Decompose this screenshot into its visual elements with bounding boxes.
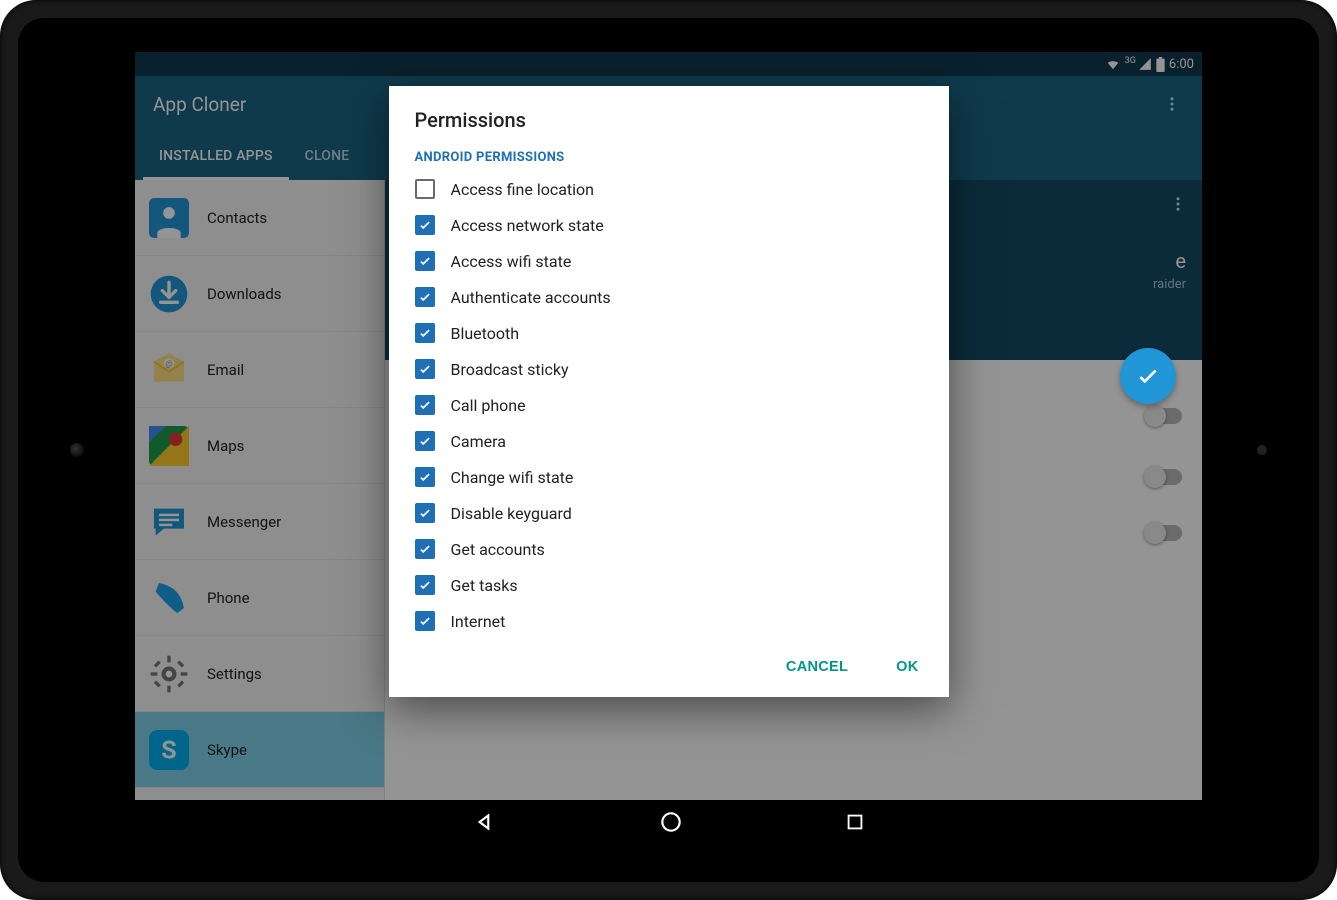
nav-recents[interactable] (844, 811, 866, 837)
front-camera (70, 443, 84, 457)
permission-item[interactable]: Access wifi state (403, 243, 935, 279)
permission-item[interactable]: Access network state (403, 207, 935, 243)
permission-label: Access fine location (451, 180, 595, 199)
permission-item[interactable]: Authenticate accounts (403, 279, 935, 315)
fab-confirm[interactable] (1120, 348, 1176, 404)
permission-label: Bluetooth (451, 324, 520, 343)
checkbox[interactable] (415, 611, 435, 631)
checkbox[interactable] (415, 575, 435, 595)
permission-label: Call phone (451, 396, 526, 415)
dialog-section-header: ANDROID PERMISSIONS (389, 142, 949, 165)
permission-item[interactable]: Camera (403, 423, 935, 459)
permission-item[interactable]: Access fine location (403, 171, 935, 207)
nav-home[interactable] (658, 809, 684, 839)
permission-label: Camera (451, 432, 506, 451)
ok-button[interactable]: OK (888, 653, 926, 681)
permission-label: Access wifi state (451, 252, 572, 271)
permission-label: Internet (451, 612, 506, 631)
checkbox[interactable] (415, 467, 435, 487)
permission-label: Get tasks (451, 576, 518, 595)
checkbox[interactable] (415, 323, 435, 343)
checkbox[interactable] (415, 179, 435, 199)
permission-label: Broadcast sticky (451, 360, 569, 379)
permission-label: Access network state (451, 216, 604, 235)
permission-item[interactable]: Get tasks (403, 567, 935, 603)
permission-item[interactable]: Bluetooth (403, 315, 935, 351)
dialog-title: Permissions (389, 86, 949, 142)
permission-item[interactable]: Disable keyguard (403, 495, 935, 531)
permission-label: Get accounts (451, 540, 545, 559)
checkbox[interactable] (415, 215, 435, 235)
cancel-button[interactable]: CANCEL (778, 653, 856, 681)
checkbox[interactable] (415, 395, 435, 415)
checkbox[interactable] (415, 251, 435, 271)
nav-back[interactable] (472, 809, 498, 839)
permission-item[interactable]: Broadcast sticky (403, 351, 935, 387)
dialog-actions: CANCEL OK (389, 641, 949, 697)
sensor-dot (1257, 445, 1267, 455)
system-nav-bar (135, 800, 1202, 848)
permission-label: Disable keyguard (451, 504, 572, 523)
permission-item[interactable]: Call phone (403, 387, 935, 423)
permission-label: Authenticate accounts (451, 288, 611, 307)
tablet-frame: 3G 6:00 App Cloner INSTALLED APPSCLONE C… (0, 0, 1337, 900)
checkbox[interactable] (415, 359, 435, 379)
checkbox[interactable] (415, 503, 435, 523)
permissions-list[interactable]: Access fine location Access network state… (389, 165, 949, 641)
checkbox[interactable] (415, 287, 435, 307)
checkbox[interactable] (415, 431, 435, 451)
permission-label: Change wifi state (451, 468, 574, 487)
permission-item[interactable]: Change wifi state (403, 459, 935, 495)
permissions-dialog: Permissions ANDROID PERMISSIONS Access f… (389, 86, 949, 697)
permission-item[interactable]: Internet (403, 603, 935, 639)
permission-item[interactable]: Get accounts (403, 531, 935, 567)
checkbox[interactable] (415, 539, 435, 559)
